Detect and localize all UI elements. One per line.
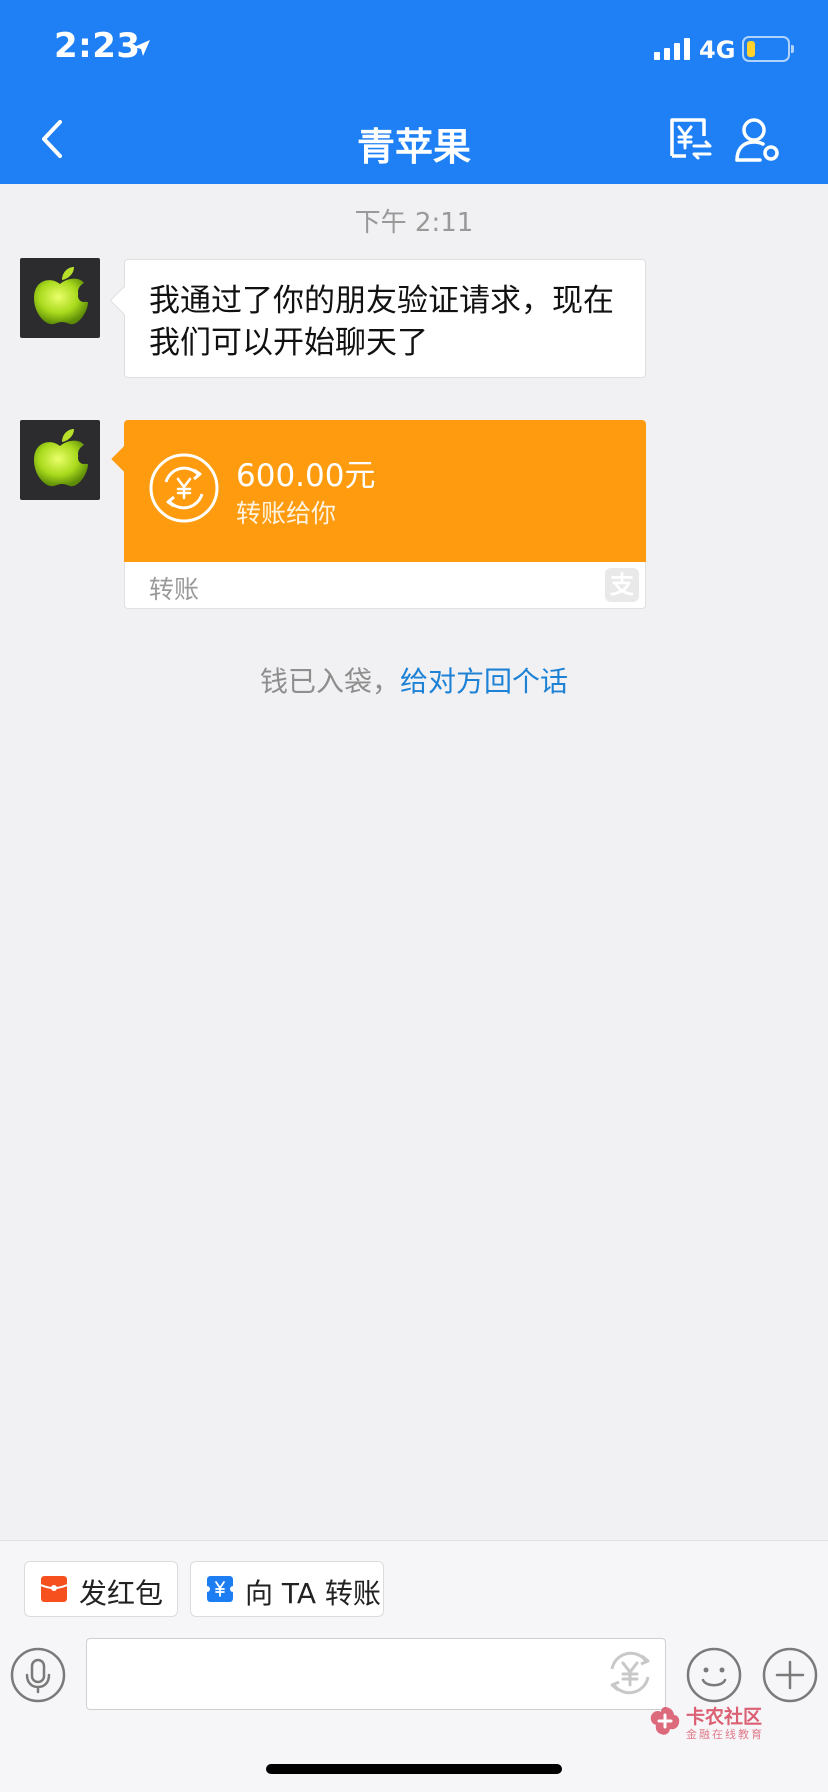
apple-avatar-icon bbox=[34, 429, 90, 487]
user-settings-icon[interactable] bbox=[734, 116, 782, 164]
received-notice: 钱已入袋，给对方回个话 bbox=[0, 660, 828, 700]
avatar[interactable] bbox=[20, 258, 100, 338]
input-toolbar: 发红包 向 TA 转账 bbox=[0, 1540, 828, 1792]
transfer-subtitle: 转账给你 bbox=[236, 499, 337, 528]
yen-icon[interactable] bbox=[604, 1647, 656, 1699]
apple-avatar-icon bbox=[34, 267, 90, 325]
watermark-title: 卡农社区 bbox=[686, 1706, 763, 1728]
message-input[interactable] bbox=[86, 1638, 666, 1710]
watermark-subtitle: 金融在线教育 bbox=[686, 1728, 764, 1741]
battery-icon bbox=[742, 36, 794, 62]
emoji-icon[interactable] bbox=[686, 1647, 742, 1703]
transfer-card-header: 600.00元 转账给你 bbox=[124, 420, 646, 562]
reply-link[interactable]: 给对方回个话 bbox=[400, 665, 568, 698]
transfer-to-ta-button[interactable]: 向 TA 转账 bbox=[190, 1561, 384, 1617]
alipay-icon: 支 bbox=[605, 568, 639, 602]
home-indicator[interactable] bbox=[266, 1764, 562, 1774]
message-input-field[interactable] bbox=[87, 1639, 665, 1709]
watermark-logo-icon bbox=[650, 1707, 680, 1735]
avatar[interactable] bbox=[20, 420, 100, 500]
location-arrow-icon bbox=[134, 40, 150, 56]
plus-icon[interactable] bbox=[762, 1647, 818, 1703]
transfer-footer-label: 转账 bbox=[149, 575, 200, 604]
red-packet-icon bbox=[41, 1576, 67, 1602]
message-bubble-text[interactable]: 我通过了你的朋友验证请求，现在我们可以开始聊天了 bbox=[124, 259, 646, 378]
signal-icon bbox=[654, 38, 690, 60]
transfer-card-footer: 转账 支 bbox=[124, 562, 646, 609]
message-text: 我通过了你的朋友验证请求，现在我们可以开始聊天了 bbox=[149, 283, 614, 361]
notice-text: 钱已入袋， bbox=[259, 665, 400, 698]
transfer-message-card[interactable]: 600.00元 转账给你 转账 支 bbox=[124, 420, 646, 609]
send-red-packet-button[interactable]: 发红包 bbox=[24, 1561, 178, 1617]
watermark: 卡农社区 金融在线教育 bbox=[648, 1700, 818, 1742]
yen-transfer-icon[interactable] bbox=[666, 116, 714, 164]
chat-timestamp: 下午 2:11 bbox=[354, 208, 474, 238]
status-time: 2:23 bbox=[54, 26, 141, 66]
transfer-to-ta-label: 向 TA 转账 bbox=[245, 1577, 381, 1610]
red-packet-label: 发红包 bbox=[79, 1577, 164, 1610]
yen-circle-icon bbox=[149, 453, 219, 523]
microphone-icon[interactable] bbox=[10, 1647, 66, 1703]
transfer-ticket-icon bbox=[207, 1576, 233, 1602]
header-bar: 2:23 4G 青苹果 bbox=[0, 0, 828, 184]
transfer-amount: 600.00元 bbox=[236, 458, 376, 494]
network-type: 4G bbox=[699, 36, 736, 64]
